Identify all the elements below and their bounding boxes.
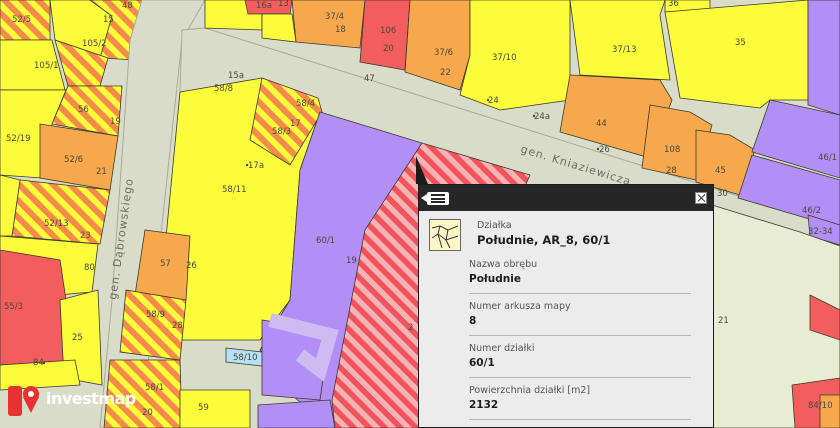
parcel-label: 20 bbox=[142, 408, 153, 418]
parcel-label: 46/1 bbox=[818, 153, 837, 163]
parcel-label: 22 bbox=[440, 68, 451, 78]
parcel-label: 58/8 bbox=[214, 84, 233, 94]
parcel-label: 45 bbox=[715, 166, 726, 176]
close-icon[interactable] bbox=[695, 192, 707, 204]
brand-name: investmap bbox=[46, 389, 136, 408]
parcel-label: 44 bbox=[596, 119, 607, 129]
feature-type-value: Południe, AR_8, 60/1 bbox=[477, 233, 611, 247]
parcel-label: 52/6 bbox=[64, 155, 83, 165]
parcel-label: 58/1 bbox=[145, 383, 164, 393]
parcel-label: 15a bbox=[228, 71, 244, 81]
parcel-label: 13 bbox=[278, 0, 289, 9]
parcel-label: 52/5 bbox=[12, 15, 31, 25]
parcel-label: 26 bbox=[186, 261, 197, 271]
field-label: Numer działki bbox=[469, 343, 535, 354]
parcel-label: 52/19 bbox=[6, 134, 31, 144]
parcel-label: 18 bbox=[335, 25, 346, 35]
logo-mark-icon bbox=[8, 386, 39, 416]
parcel-label: 15 bbox=[103, 15, 114, 25]
parcel-label: 84/10 bbox=[808, 401, 833, 411]
field-label: Numer arkusza mapy bbox=[469, 301, 571, 312]
parcel-info-popup: Działka Południe, AR_8, 60/1 Nazwa obręb… bbox=[418, 184, 714, 428]
parcel-label: 26 bbox=[599, 145, 610, 155]
parcel-label: 35 bbox=[735, 38, 746, 48]
parcel-label: 48 bbox=[122, 1, 133, 11]
parcel-label: 80 bbox=[84, 263, 95, 273]
parcel-icon bbox=[429, 219, 461, 251]
parcel-label: 58/10 bbox=[233, 353, 258, 363]
parcel-label: 52/13 bbox=[44, 219, 69, 229]
parcel-label: 60/1 bbox=[316, 236, 335, 246]
field-value: 60/1 bbox=[469, 357, 495, 369]
parcel-label: 58/11 bbox=[222, 185, 247, 195]
popup-tail bbox=[416, 156, 428, 184]
parcel-label: 28 bbox=[666, 166, 677, 176]
parcel-label: 47 bbox=[364, 74, 375, 84]
field-value: Południe bbox=[469, 273, 521, 285]
popup-header: Działka Południe, AR_8, 60/1 bbox=[419, 211, 713, 251]
parcel-label: 56 bbox=[78, 105, 89, 115]
field-value: 2132 bbox=[469, 399, 499, 411]
parcel-label: 57 bbox=[160, 259, 171, 269]
parcel-label: 24 bbox=[488, 96, 499, 106]
menu-icon[interactable] bbox=[421, 192, 449, 205]
parcel-label: 24a bbox=[534, 112, 550, 122]
parcel-label: 108 bbox=[664, 145, 680, 155]
parcel-label: 17 bbox=[290, 119, 301, 129]
parcel-label: 16a bbox=[256, 1, 272, 11]
parcel-label: 21 bbox=[718, 316, 729, 326]
parcel-label: 58/9 bbox=[146, 310, 165, 320]
parcel-label: 37/13 bbox=[612, 45, 637, 55]
field-label: Powierzchnia działki [m2] bbox=[469, 385, 591, 396]
parcel-label: 58/3 bbox=[272, 127, 291, 137]
parcel-label: 30 bbox=[717, 189, 728, 199]
parcel-label: 32-34 bbox=[808, 227, 833, 237]
parcel-label: 28 bbox=[172, 321, 183, 331]
parcel-label: 19 bbox=[110, 117, 121, 127]
parcel-label: 25 bbox=[72, 333, 83, 343]
parcel-label: 37/10 bbox=[492, 53, 517, 63]
parcel-label: 19 bbox=[346, 256, 357, 266]
parcel-label: 37/6 bbox=[434, 48, 453, 58]
parcel-label: 17a bbox=[248, 161, 264, 171]
parcel-label: 36 bbox=[668, 0, 679, 9]
parcel-label: 59 bbox=[198, 403, 209, 413]
parcel-label: 2 bbox=[408, 323, 413, 333]
field-label: Nazwa obrębu bbox=[469, 259, 538, 270]
field-row: Numer arkusza mapy 8 bbox=[469, 295, 691, 336]
field-row: Powierzchnia działki [m2] 2132 bbox=[469, 379, 691, 420]
parcel-label: 106 bbox=[380, 26, 396, 36]
field-row: Numer działki 60/1 bbox=[469, 337, 691, 378]
parcel-label: 46/2 bbox=[802, 206, 821, 216]
parcel-label: 23 bbox=[80, 231, 91, 241]
parcel-label: 37/4 bbox=[325, 12, 344, 22]
parcel-label: 21 bbox=[96, 167, 107, 177]
parcel-label: 20 bbox=[383, 44, 394, 54]
popup-toolbar bbox=[419, 185, 713, 211]
parcel-label: 105/2 bbox=[82, 39, 107, 49]
feature-type-label: Działka bbox=[477, 220, 512, 231]
field-row: Nazwa obrębu Południe bbox=[469, 253, 691, 294]
field-value: 8 bbox=[469, 315, 477, 327]
parcel-label: 58/4 bbox=[296, 99, 315, 109]
parcel-label: 55/3 bbox=[4, 302, 23, 312]
parcel-label: 105/1 bbox=[34, 61, 59, 71]
parcel-label: 84 bbox=[33, 358, 44, 368]
